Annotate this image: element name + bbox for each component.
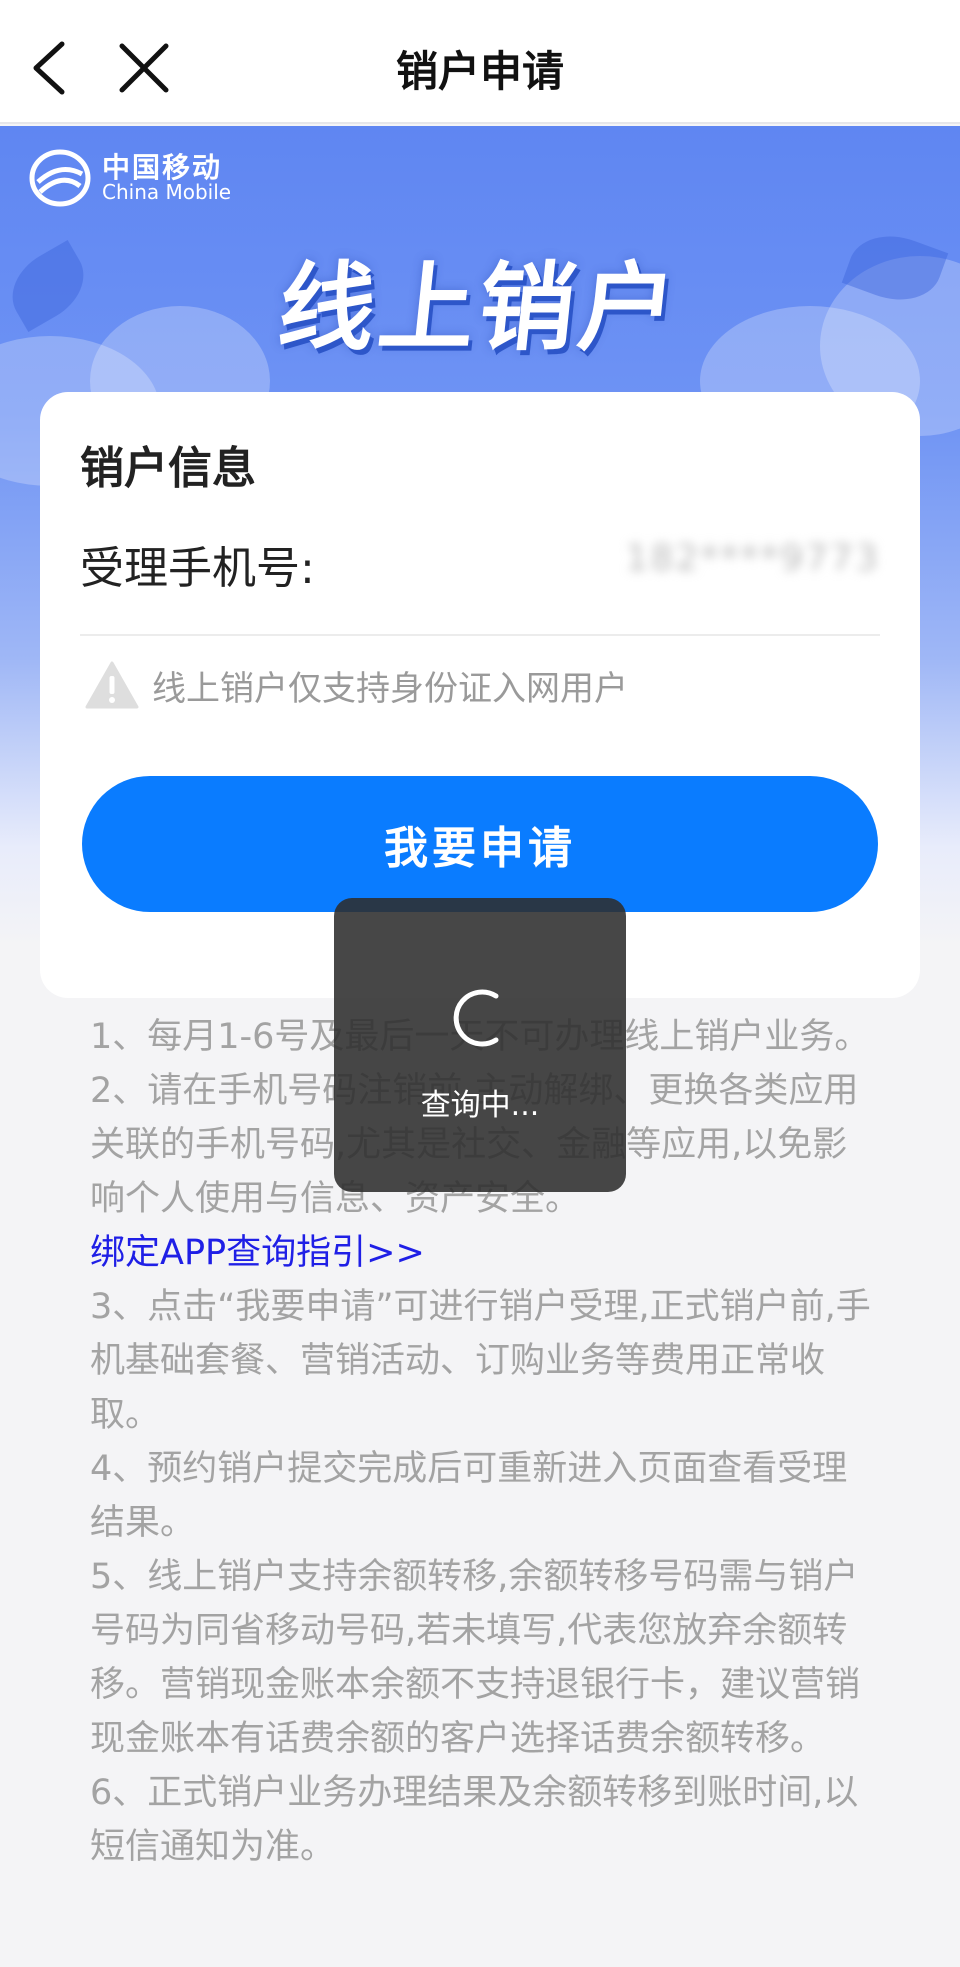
page-title: 销户申请: [395, 47, 564, 96]
top-bar: 销户申请: [0, 0, 960, 124]
bind-app-guide-link[interactable]: 绑定APP查询指引>>: [90, 1226, 880, 1280]
notice-text: 线上销户仅支持身份证入网用户: [152, 668, 628, 709]
note-3: 3、点击“我要申请”可进行销户受理,正式销户前,手机基础套餐、营销活动、订购业务…: [90, 1287, 871, 1435]
brand-name-en: China Mobile: [102, 180, 232, 205]
phone-label: 受理手机号:: [80, 543, 315, 594]
page: 销户申请 中国移动 China Mobile 线上销户 销户信息 受理手机号: …: [0, 0, 960, 1967]
warning-triangle-icon: [85, 661, 139, 709]
divider: [80, 634, 880, 636]
china-mobile-logo-icon: [29, 149, 91, 207]
notice: 线上销户仅支持身份证入网用户: [84, 660, 628, 710]
brand-name-cn: 中国移动: [102, 150, 223, 184]
section-title: 销户信息: [80, 443, 256, 494]
apply-button[interactable]: 我要申请: [82, 776, 878, 912]
note-4: 4、预约销户提交完成后可重新进入页面查看受理结果。: [90, 1449, 848, 1543]
note-6: 6、正式销户业务办理结果及余额转移到账时间,以短信通知为准。: [90, 1773, 859, 1867]
spinner-icon: [453, 989, 499, 1047]
note-5: 5、线上销户支持余额转移,余额转移号码需与销户号码为同省移动号码,若未填写,代表…: [90, 1557, 861, 1759]
brand-logo: 中国移动 China Mobile: [28, 146, 231, 210]
loading-text: 查询中...: [420, 1088, 540, 1123]
loading-toast: 查询中...: [334, 898, 626, 1192]
phone-number-value: 182****9773: [625, 538, 880, 579]
hero-title: 线上销户: [273, 252, 685, 364]
